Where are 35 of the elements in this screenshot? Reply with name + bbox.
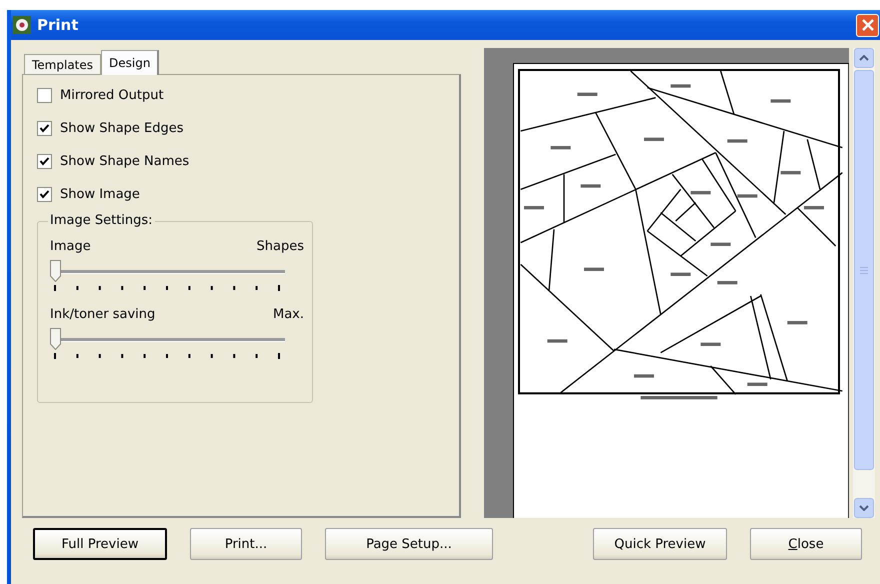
- grip-icon: [860, 266, 868, 274]
- chevron-down-icon: [859, 505, 869, 511]
- checkbox-label[interactable]: Show Image: [60, 187, 140, 202]
- dialog-button[interactable]: Print...: [190, 528, 302, 560]
- scroll-down-button[interactable]: [854, 498, 874, 518]
- slider[interactable]: [50, 328, 285, 350]
- chevron-up-icon: [859, 55, 869, 61]
- window-title: Print: [37, 16, 78, 34]
- tab[interactable]: Templates: [24, 54, 102, 75]
- close-icon: [860, 18, 874, 32]
- slider-label: Image: [50, 239, 91, 254]
- dialog-button[interactable]: Page Setup...: [325, 528, 493, 560]
- dialog-button[interactable]: Full Preview: [33, 528, 167, 560]
- slider-thumb[interactable]: [50, 328, 61, 350]
- checkbox-label[interactable]: Show Shape Edges: [60, 121, 184, 136]
- dialog-button[interactable]: Close: [750, 528, 862, 560]
- checkbox[interactable]: [37, 121, 52, 136]
- slider-label: Max.: [272, 307, 304, 322]
- checkbox[interactable]: [37, 154, 52, 169]
- slider-label: Shapes: [256, 239, 304, 254]
- dialog-button[interactable]: Quick Preview: [593, 528, 727, 560]
- flower-icon: [13, 16, 31, 34]
- slider-label: Ink/toner saving: [50, 307, 156, 322]
- tab[interactable]: Design: [101, 50, 160, 75]
- checkbox[interactable]: [37, 88, 52, 103]
- slider[interactable]: [50, 260, 285, 282]
- scroll-up-button[interactable]: [854, 48, 874, 68]
- checkbox[interactable]: [37, 187, 52, 202]
- group-title: Image Settings:: [48, 213, 155, 228]
- scroll-thumb[interactable]: [854, 70, 874, 470]
- close-button[interactable]: [856, 14, 879, 36]
- checkbox-label[interactable]: Show Shape Names: [60, 154, 190, 169]
- scrollbar[interactable]: [853, 48, 875, 518]
- slider-thumb[interactable]: [50, 260, 61, 282]
- checkbox-label[interactable]: Mirrored Output: [60, 88, 164, 103]
